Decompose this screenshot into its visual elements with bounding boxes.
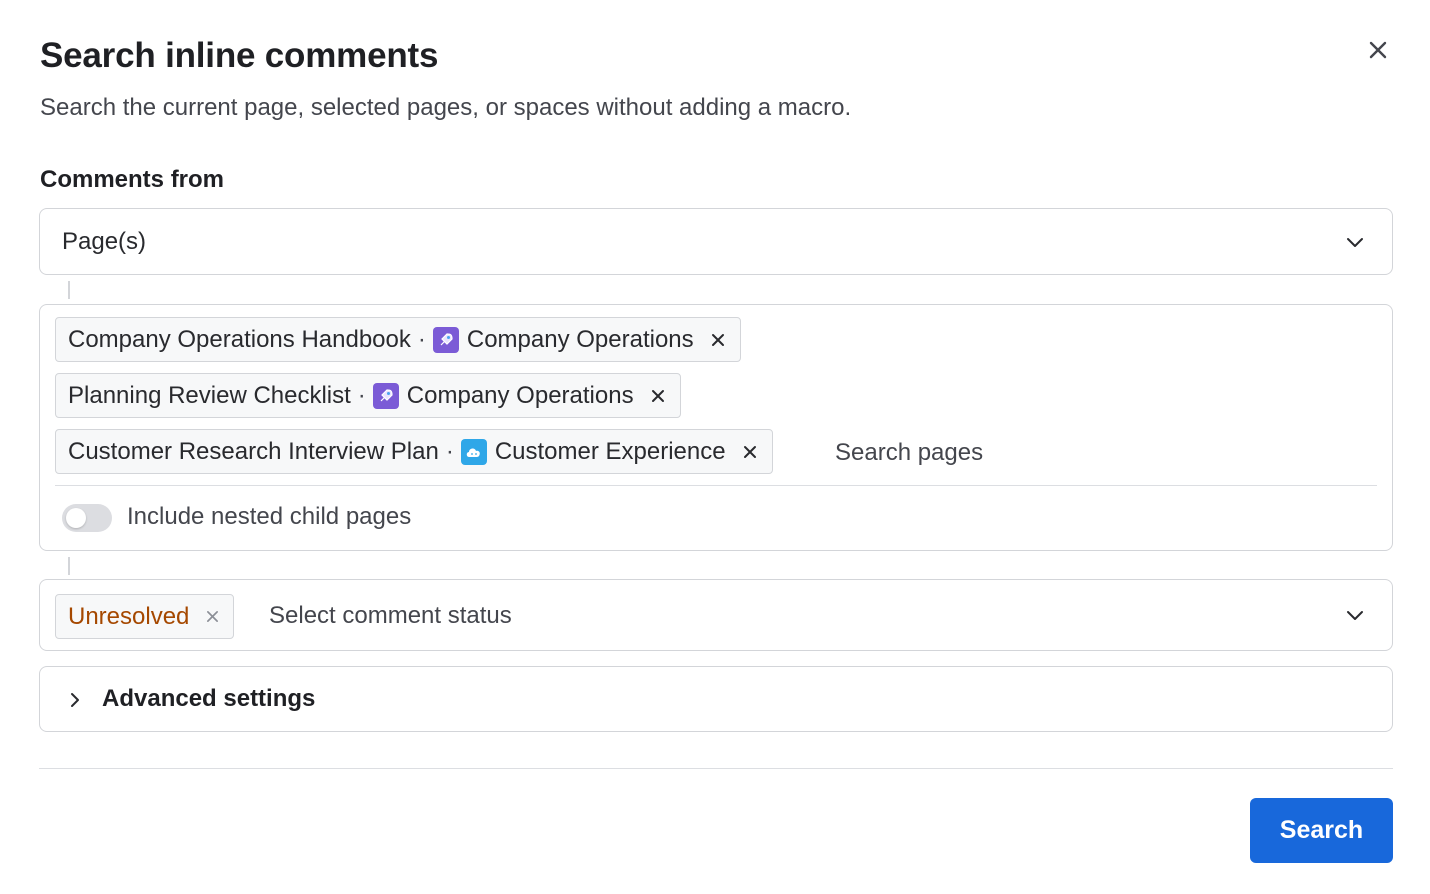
remove-chip-button[interactable] xyxy=(708,330,728,350)
advanced-settings-toggle[interactable]: Advanced settings xyxy=(39,666,1393,732)
cloud-icon xyxy=(460,438,487,465)
status-chip-label: Unresolved xyxy=(68,602,190,630)
page-chip-title: Company Operations Handbook xyxy=(68,325,411,353)
page-chip: Planning Review Checklist · Company Oper… xyxy=(55,373,681,418)
connector-line xyxy=(68,281,70,299)
close-icon xyxy=(651,389,664,402)
dialog-subtitle: Search the current page, selected pages,… xyxy=(40,94,852,121)
page-chip: Company Operations Handbook · Company Op… xyxy=(55,317,741,362)
divider xyxy=(55,485,1377,486)
include-nested-toggle[interactable] xyxy=(62,504,112,532)
close-icon xyxy=(1369,41,1387,59)
advanced-settings-label: Advanced settings xyxy=(102,685,316,712)
toggle-knob xyxy=(66,508,86,528)
close-icon xyxy=(711,333,724,346)
search-button[interactable]: Search xyxy=(1250,798,1393,863)
status-placeholder: Select comment status xyxy=(269,602,512,629)
close-icon xyxy=(206,611,218,622)
page-chip-title: Customer Research Interview Plan xyxy=(68,437,439,465)
comments-from-value: Page(s) xyxy=(62,227,147,255)
search-pages-input[interactable] xyxy=(835,433,1335,473)
status-chip: Unresolved xyxy=(55,594,235,639)
dialog-title: Search inline comments xyxy=(40,36,439,75)
page-chip-title: Planning Review Checklist xyxy=(68,381,351,409)
chip-separator: · xyxy=(417,325,426,353)
footer-divider xyxy=(39,768,1393,769)
rocket-icon xyxy=(372,382,399,409)
comments-from-label: Comments from xyxy=(40,166,225,193)
remove-chip-button[interactable] xyxy=(740,442,760,462)
close-icon xyxy=(743,445,756,458)
include-nested-label: Include nested child pages xyxy=(127,503,412,530)
connector-line xyxy=(68,557,70,575)
page-chip-space: Company Operations xyxy=(466,325,694,353)
chevron-down-icon xyxy=(1347,611,1363,620)
search-inline-comments-dialog: Search inline comments Search the curren… xyxy=(0,0,1430,894)
page-chip-space: Customer Experience xyxy=(494,437,726,465)
page-chip: Customer Research Interview Plan · Custo… xyxy=(55,429,773,474)
chip-separator: · xyxy=(357,381,366,409)
comment-status-select[interactable]: Unresolved Select comment status xyxy=(39,579,1393,651)
page-chip-space: Company Operations xyxy=(406,381,634,409)
rocket-icon xyxy=(432,326,459,353)
remove-chip-button[interactable] xyxy=(648,386,668,406)
remove-status-button[interactable] xyxy=(203,608,221,626)
chip-separator: · xyxy=(445,437,454,465)
pages-selector: Company Operations Handbook · Company Op… xyxy=(39,304,1393,551)
chevron-right-icon xyxy=(71,693,79,707)
chevron-down-icon xyxy=(1347,237,1363,247)
comments-from-select[interactable]: Page(s) xyxy=(39,208,1393,275)
close-button[interactable] xyxy=(1362,34,1394,66)
